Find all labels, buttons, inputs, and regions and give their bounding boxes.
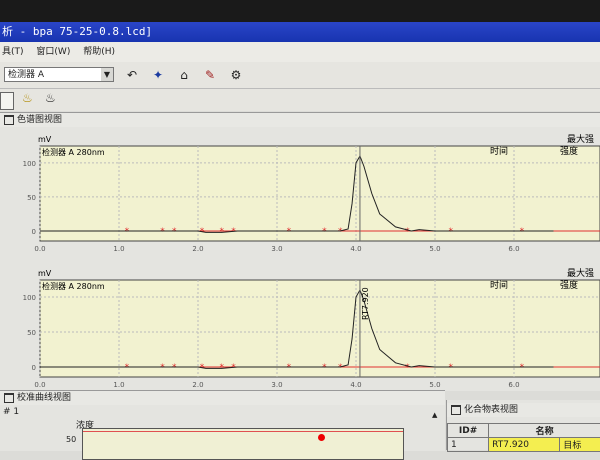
x-tick-label: 1.0 [113, 381, 124, 389]
panel-title: 化合物表视图 [464, 405, 518, 415]
integration-marker: * [338, 227, 343, 237]
table-row[interactable]: 1RT7.920目标 [448, 438, 600, 452]
peak-icon[interactable]: ✦ [148, 66, 168, 84]
integration-marker: * [160, 363, 165, 373]
window-icon [4, 393, 14, 403]
panel-header: 色谱图视图 [0, 113, 600, 127]
x-tick-label: 3.0 [271, 381, 282, 389]
undo-icon[interactable]: ↶ [122, 66, 142, 84]
chevron-down-icon[interactable]: ▼ [101, 68, 113, 81]
integration-marker: * [520, 227, 525, 237]
cell-name[interactable]: RT7.920 [489, 438, 560, 452]
integration-marker: * [125, 363, 130, 373]
x-tick-label: 5.0 [429, 245, 440, 253]
calibration-line [83, 431, 403, 432]
cell-id: 1 [448, 438, 489, 452]
chromatogram-panel: 色谱图视图 mV检测器 A 280nm时间强度最大强0501000.01.02.… [0, 112, 600, 391]
cell-type[interactable]: 目标 [560, 438, 600, 452]
integration-marker: * [287, 227, 292, 237]
integration-marker: * [405, 363, 410, 373]
screen-bezel [0, 0, 600, 22]
integration-marker: * [338, 363, 343, 373]
compound-panel: 化合物表视图 ID#名称 1RT7.920目标 [446, 400, 600, 450]
x-tick-label: 1.0 [113, 245, 124, 253]
x-tick-label: 4.0 [350, 381, 361, 389]
scroll-up-icon[interactable]: ▲ [432, 411, 437, 419]
menu-help[interactable]: 帮助(H) [83, 47, 115, 57]
detector-label: 检测器 A 280nm [42, 281, 105, 291]
detector-select[interactable]: 检测器 A ▼ [4, 67, 114, 82]
panel-title: 色谱图视图 [17, 115, 62, 125]
integration-marker: * [449, 227, 454, 237]
intensity-column-label: 强度 [560, 279, 578, 291]
x-tick-label: 6.0 [508, 381, 519, 389]
panel-header: 校准曲线视图 [0, 391, 445, 405]
y-tick-label: 50 [27, 194, 36, 202]
time-column-label: 时间 [490, 279, 508, 291]
menu-tools[interactable]: 具(T) [2, 47, 24, 57]
window-icon [4, 115, 14, 125]
max-intensity-label: 最大强 [567, 133, 594, 145]
menu-window[interactable]: 窗口(W) [36, 47, 70, 57]
x-tick-label: 0.0 [34, 245, 45, 253]
col-name[interactable]: 名称 [489, 424, 600, 438]
integration-marker: * [287, 363, 292, 373]
detector-select-value: 检测器 A [8, 70, 44, 80]
integration-marker: * [172, 363, 177, 373]
x-tick-label: 6.0 [508, 245, 519, 253]
integration-marker: * [160, 227, 165, 237]
peak-label: RT7.920 [361, 287, 370, 320]
chromatogram-charts[interactable]: mV检测器 A 280nm时间强度最大强0501000.01.02.03.04.… [0, 127, 600, 391]
y-tick-label: 0 [32, 228, 36, 236]
x-tick-label: 3.0 [271, 245, 282, 253]
integration-marker: * [322, 227, 327, 237]
window-title: 析 - bpa 75-25-0.8.lcd] [0, 22, 600, 42]
y-tick-label: 0 [32, 364, 36, 372]
window-icon [451, 405, 461, 415]
integration-marker: * [322, 363, 327, 373]
compound-table: ID#名称 1RT7.920目标 [447, 423, 600, 452]
x-tick-label: 2.0 [192, 245, 203, 253]
y-tick-label: 100 [23, 294, 36, 302]
col-id[interactable]: ID# [448, 424, 489, 438]
time-column-label: 时间 [490, 145, 508, 157]
menu-bar: 具(T) 窗口(W) 帮助(H) [0, 42, 600, 62]
integration-marker: * [405, 227, 410, 237]
chart-alt-icon[interactable]: ♨ [45, 91, 56, 105]
x-tick-label: 5.0 [429, 381, 440, 389]
intensity-column-label: 强度 [560, 145, 578, 157]
max-intensity-label: 最大强 [567, 267, 594, 279]
x-tick-label: 0.0 [34, 381, 45, 389]
panel-header: 化合物表视图 [447, 403, 600, 417]
calibration-panel: 校准曲线视图 # 1 浓度 50 ▲ [0, 390, 445, 451]
integration-marker: * [520, 363, 525, 373]
y-tick-label: 100 [23, 160, 36, 168]
edit-icon[interactable]: ✎ [200, 66, 220, 84]
integration-marker: * [231, 227, 236, 237]
view-button[interactable] [0, 92, 14, 110]
integrate-icon[interactable]: ⌂ [174, 66, 194, 84]
settings-icon[interactable]: ⚙ [226, 66, 246, 84]
toolbar-secondary: ♨ ♨ [0, 89, 600, 111]
chart-icon[interactable]: ♨ [22, 91, 33, 105]
integration-marker: * [172, 227, 177, 237]
calibration-ytick: 50 [66, 435, 76, 444]
y-unit-label: mV [38, 269, 52, 278]
x-tick-label: 2.0 [192, 381, 203, 389]
calibration-id: # 1 [3, 407, 19, 417]
panel-title: 校准曲线视图 [17, 393, 71, 403]
x-tick-label: 4.0 [350, 245, 361, 253]
integration-marker: * [231, 363, 236, 373]
y-unit-label: mV [38, 135, 52, 144]
integration-marker: * [125, 227, 130, 237]
calibration-plot[interactable] [82, 428, 404, 460]
calibration-point[interactable] [318, 434, 325, 441]
integration-marker: * [449, 363, 454, 373]
detector-label: 检测器 A 280nm [42, 147, 105, 157]
y-tick-label: 50 [27, 329, 36, 337]
